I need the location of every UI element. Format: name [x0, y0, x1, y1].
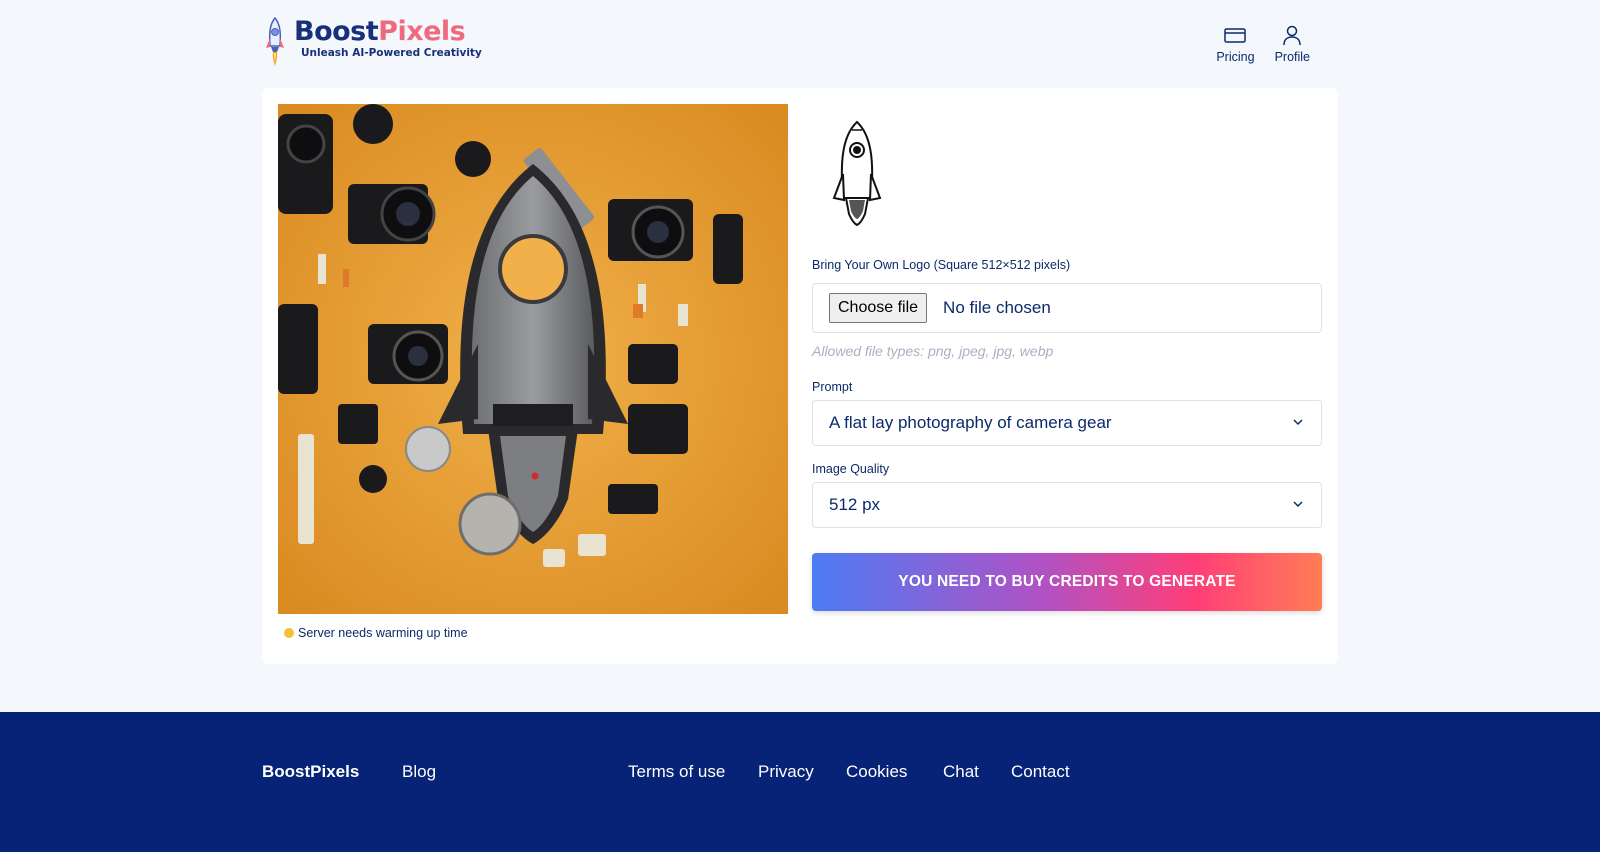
nav-pricing-label: Pricing: [1216, 50, 1255, 64]
nav-profile[interactable]: Profile: [1275, 24, 1310, 64]
footer-link-cookies[interactable]: Cookies: [846, 762, 907, 782]
footer-link-contact[interactable]: Contact: [1011, 762, 1070, 782]
generated-image-preview: [278, 104, 788, 614]
server-status: Server needs warming up time: [284, 626, 468, 640]
logo-upload-label: Bring Your Own Logo (Square 512×512 pixe…: [812, 258, 1071, 272]
header: BoostPixels Unleash AI-Powered Creativit…: [0, 0, 1600, 86]
file-status-text: No file chosen: [943, 298, 1051, 317]
prompt-label: Prompt: [812, 380, 853, 394]
brand-name-pixels: Pixels: [378, 16, 466, 47]
nav-profile-label: Profile: [1274, 50, 1310, 64]
top-nav: Pricing Profile: [1216, 24, 1310, 64]
image-quality-select-value: 512 px: [829, 495, 881, 514]
buy-credits-button[interactable]: YOU NEED TO BUY CREDITS TO GENERATE: [812, 553, 1322, 611]
image-quality-select[interactable]: 512 px: [812, 482, 1322, 528]
footer: BoostPixels Blog Terms of use Privacy Co…: [0, 712, 1600, 852]
prompt-select-value: A flat lay photography of camera gear: [829, 413, 1112, 432]
status-dot-icon: [284, 628, 294, 638]
choose-file-button[interactable]: Choose file: [829, 293, 928, 323]
footer-link-chat[interactable]: Chat: [943, 762, 979, 782]
footer-link-blog[interactable]: Blog: [402, 762, 436, 782]
camera-gear-flatlay-image: [278, 104, 788, 614]
prompt-select[interactable]: A flat lay photography of camera gear: [812, 400, 1322, 446]
nav-pricing[interactable]: Pricing: [1216, 24, 1255, 64]
credit-card-icon: [1224, 28, 1247, 43]
chevron-down-icon: [1293, 419, 1303, 426]
footer-brand-link[interactable]: BoostPixels: [262, 762, 359, 782]
footer-link-privacy[interactable]: Privacy: [758, 762, 814, 782]
status-text: Server needs warming up time: [298, 626, 468, 640]
brand-logo[interactable]: BoostPixels Unleash AI-Powered Creativit…: [264, 16, 482, 68]
chevron-down-icon: [1293, 501, 1303, 508]
file-types-hint: Allowed file types: png, jpeg, jpg, webp: [812, 343, 1054, 359]
brand-tagline: Unleash AI-Powered Creativity: [301, 47, 482, 59]
footer-link-terms[interactable]: Terms of use: [628, 762, 725, 782]
rocket-logo-preview-icon: [832, 120, 882, 227]
generator-card: Server needs warming up time Bring Your …: [262, 88, 1338, 664]
user-icon: [1283, 25, 1302, 46]
rocket-logo-icon: [266, 16, 284, 66]
logo-file-input[interactable]: Choose file No file chosen: [812, 283, 1322, 333]
image-quality-label: Image Quality: [812, 462, 890, 476]
brand-name-boost: Boost: [294, 16, 379, 47]
